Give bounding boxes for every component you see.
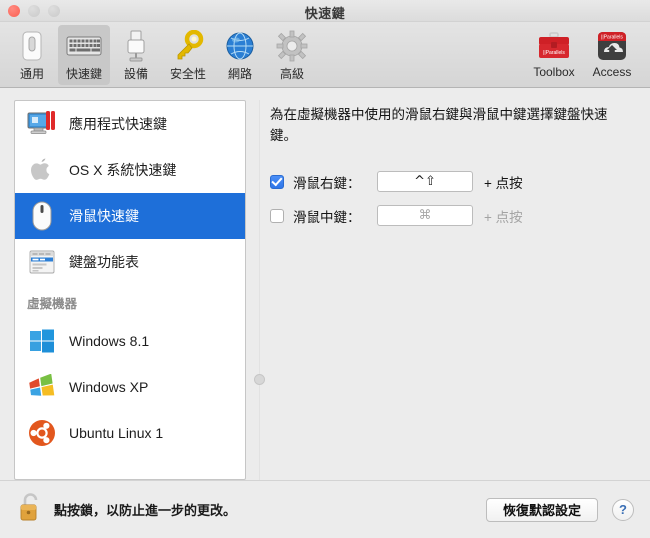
mouse-icon bbox=[27, 201, 57, 231]
general-switch-icon bbox=[19, 29, 45, 63]
tab-network[interactable]: 網路 bbox=[214, 25, 266, 85]
shortcuts-sidebar[interactable]: 應用程式快速鍵 OS X 系統快速鍵 滑鼠快速鍵 鍵盤功能表 虛擬機器 Wind… bbox=[14, 100, 246, 480]
mouse-shortcuts-panel: 為在虛擬機器中使用的滑鼠右鍵與滑鼠中鍵選擇鍵盤快速鍵。 滑鼠右鍵： ^⇧ + 点… bbox=[246, 100, 636, 480]
key-icon bbox=[172, 29, 204, 63]
sidebar-item-label: OS X 系統快速鍵 bbox=[69, 162, 177, 178]
right-click-shortcut-field[interactable]: ^⇧ bbox=[377, 171, 473, 193]
sidebar-item-label: Windows XP bbox=[69, 379, 149, 395]
sidebar-item-ubuntu-linux-1[interactable]: Ubuntu Linux 1 bbox=[15, 410, 245, 456]
parallels-toolbox-icon: ||Parallels bbox=[537, 29, 571, 63]
menu-list-icon bbox=[27, 247, 57, 277]
keyboard-icon bbox=[66, 29, 102, 63]
panel-resize-grabber[interactable] bbox=[254, 374, 265, 385]
parallels-monitor-icon bbox=[27, 109, 57, 139]
tab-network-label: 網路 bbox=[227, 67, 252, 81]
access-label: Access bbox=[592, 65, 632, 79]
sidebar-item-label: 應用程式快速鍵 bbox=[69, 116, 167, 132]
toolbox-button[interactable]: ||Parallels Toolbox bbox=[526, 25, 582, 85]
sidebar-item-label: Windows 8.1 bbox=[69, 333, 150, 349]
middle-click-suffix: + 点按 bbox=[484, 209, 523, 225]
tab-devices-label: 設備 bbox=[123, 67, 148, 81]
globe-icon bbox=[225, 29, 255, 63]
toolbar-right-group: ||Parallels Toolbox ||Parallels Access bbox=[526, 25, 644, 85]
middle-click-row: 滑鼠中鍵： ⌘ + 点按 bbox=[270, 199, 636, 233]
tab-security[interactable]: 安全性 bbox=[162, 25, 214, 85]
right-click-suffix: + 点按 bbox=[484, 175, 523, 191]
tab-shortcuts-label: 快速鍵 bbox=[65, 67, 102, 81]
window-title: 快速鍵 bbox=[304, 6, 346, 21]
sidebar-item-label: Ubuntu Linux 1 bbox=[69, 425, 164, 441]
toolbar: 通用 快速鍵 設備 安全性 網路 高級 ||Parallels Toolbox … bbox=[0, 22, 650, 88]
tab-devices[interactable]: 設備 bbox=[110, 25, 162, 85]
panel-divider bbox=[259, 100, 260, 480]
restore-defaults-button[interactable]: 恢復默認設定 bbox=[485, 497, 598, 522]
sidebar-item-windowsxp[interactable]: Windows XP bbox=[15, 364, 245, 410]
content-area: 應用程式快速鍵 OS X 系統快速鍵 滑鼠快速鍵 鍵盤功能表 虛擬機器 Wind… bbox=[0, 88, 650, 480]
tab-advanced-label: 高級 bbox=[279, 67, 304, 81]
middle-click-label: 滑鼠中鍵： bbox=[293, 209, 361, 225]
svg-text:||Parallels: ||Parallels bbox=[601, 35, 623, 41]
sidebar-item-keyboard-menu[interactable]: 鍵盤功能表 bbox=[15, 239, 245, 285]
lock-description: 點按鎖，以防止進一步的更改。 bbox=[54, 503, 237, 518]
title-bar: 快速鍵 bbox=[0, 0, 650, 22]
windows8-logo-icon bbox=[27, 326, 57, 356]
preferences-window: 快速鍵 通用 快速鍵 設備 安全性 網路 高級 ||Parallels Tool… bbox=[0, 0, 650, 538]
right-click-checkbox[interactable] bbox=[270, 174, 284, 189]
access-button[interactable]: ||Parallels Access bbox=[584, 25, 640, 85]
middle-click-checkbox[interactable] bbox=[270, 208, 284, 223]
bottom-bar: 點按鎖，以防止進一步的更改。 恢復默認設定 ? bbox=[0, 480, 650, 538]
right-click-label: 滑鼠右鍵： bbox=[293, 175, 361, 191]
panel-description: 為在虛擬機器中使用的滑鼠右鍵與滑鼠中鍵選擇鍵盤快速鍵。 bbox=[270, 107, 608, 143]
ubuntu-logo-icon bbox=[27, 418, 57, 448]
usb-device-icon bbox=[124, 29, 148, 63]
middle-click-shortcut-field[interactable]: ⌘ bbox=[377, 205, 473, 227]
tab-shortcuts[interactable]: 快速鍵 bbox=[58, 25, 110, 85]
toolbox-label: Toolbox bbox=[533, 65, 575, 79]
tab-general-label: 通用 bbox=[19, 67, 44, 81]
sidebar-item-windows81[interactable]: Windows 8.1 bbox=[15, 318, 245, 364]
sidebar-item-label: 滑鼠快速鍵 bbox=[69, 208, 139, 224]
tab-advanced[interactable]: 高級 bbox=[266, 25, 318, 85]
tab-security-label: 安全性 bbox=[169, 67, 206, 81]
parallels-access-icon: ||Parallels bbox=[597, 29, 627, 63]
help-button[interactable]: ? bbox=[612, 498, 634, 521]
vm-section-header: 虛擬機器 bbox=[27, 297, 78, 311]
apple-logo-icon bbox=[27, 155, 57, 185]
windowsxp-logo-icon bbox=[27, 372, 57, 402]
sidebar-item-mouse-shortcuts[interactable]: 滑鼠快速鍵 bbox=[15, 193, 245, 239]
tab-general[interactable]: 通用 bbox=[6, 25, 58, 85]
open-padlock-icon[interactable] bbox=[18, 491, 44, 528]
gear-icon bbox=[276, 29, 308, 63]
right-click-row: 滑鼠右鍵： ^⇧ + 点按 bbox=[270, 165, 636, 199]
sidebar-item-label: 鍵盤功能表 bbox=[69, 254, 139, 270]
sidebar-item-osx-shortcuts[interactable]: OS X 系統快速鍵 bbox=[15, 147, 245, 193]
sidebar-item-app-shortcuts[interactable]: 應用程式快速鍵 bbox=[15, 101, 245, 147]
svg-text:||Parallels: ||Parallels bbox=[543, 50, 565, 56]
